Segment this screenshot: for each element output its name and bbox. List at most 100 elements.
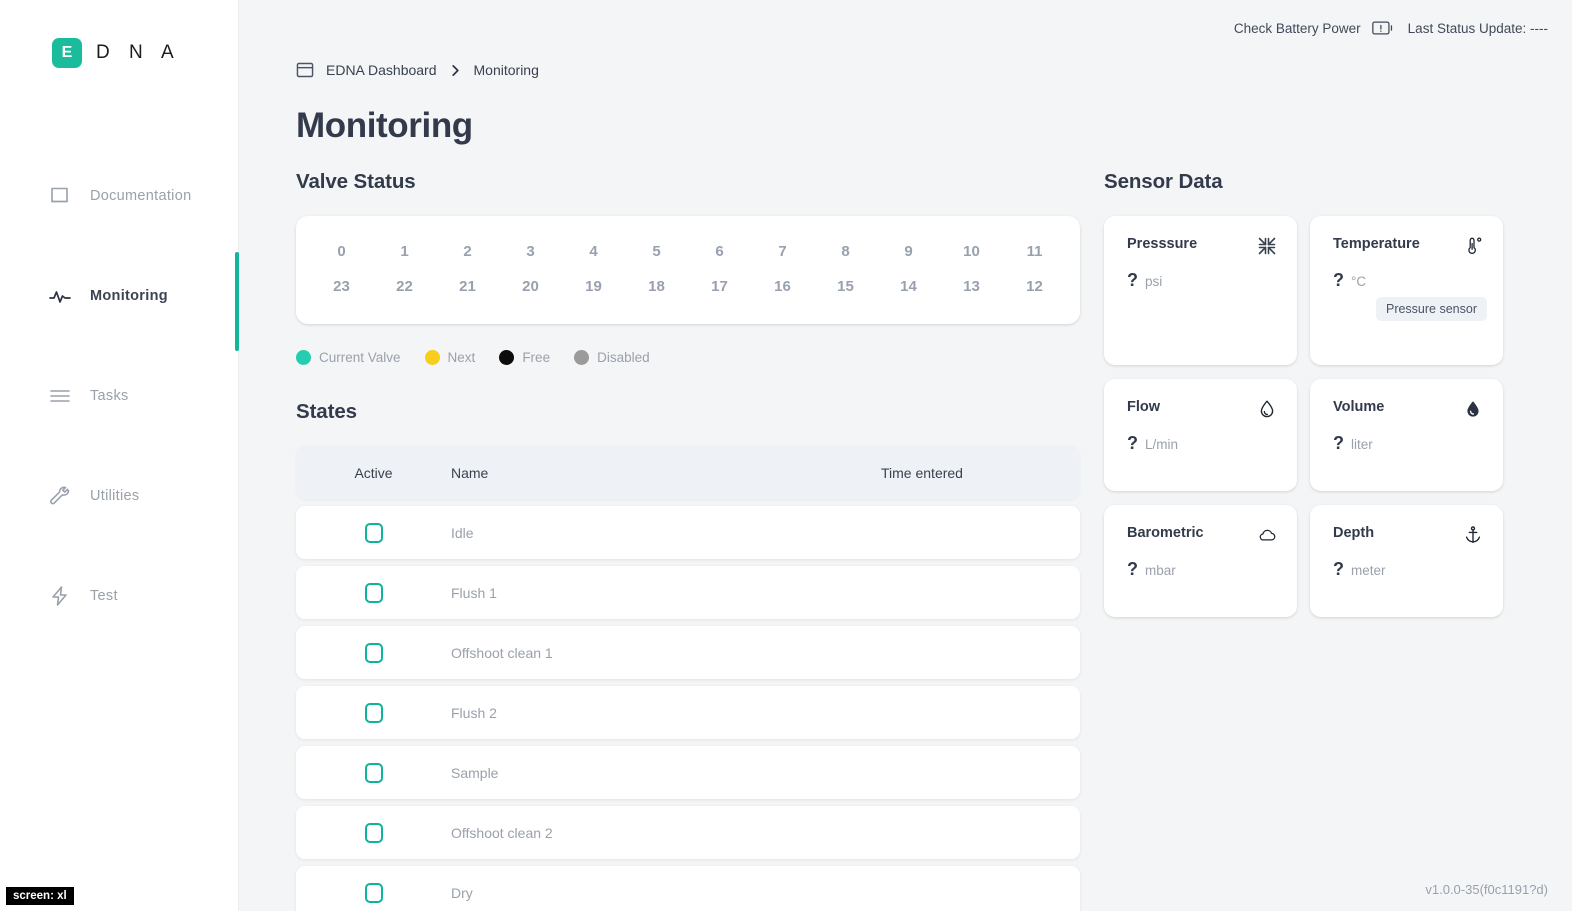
- table-row[interactable]: Sample: [296, 746, 1080, 799]
- sensor-card-volume: Volume ? liter: [1310, 379, 1503, 491]
- chevron-right-icon: [449, 64, 462, 77]
- valve-cell[interactable]: 14: [877, 278, 940, 295]
- active-checkbox[interactable]: [364, 822, 383, 843]
- sidebar-nav: Documentation Monitoring Tasks Utilities…: [0, 146, 238, 646]
- sensor-value-row: ? meter: [1333, 559, 1483, 580]
- legend-label: Next: [447, 350, 476, 365]
- valve-cell[interactable]: 6: [688, 243, 751, 260]
- wrench-icon: [48, 484, 72, 508]
- active-checkbox[interactable]: [364, 882, 383, 903]
- compress-arrows-icon: [1257, 236, 1277, 256]
- list-icon: [48, 384, 72, 408]
- sensor-card-grid: Presssure ? psi Temperature ? °C Pressur…: [1104, 216, 1521, 617]
- valve-cell[interactable]: 9: [877, 243, 940, 260]
- valve-cell[interactable]: 8: [814, 243, 877, 260]
- right-column: Sensor Data Presssure ? psi Temperature …: [1051, 170, 1521, 911]
- brand-logo[interactable]: E D N A: [0, 0, 238, 68]
- valve-row-bottom: 23 22 21 20 19 18 17 16 15 14 13 12: [310, 278, 1066, 295]
- main-content: Check Battery Power Last Status Update: …: [239, 0, 1572, 911]
- valve-cell[interactable]: 22: [373, 278, 436, 295]
- sidebar-item-label: Monitoring: [90, 288, 168, 304]
- water-drop-outline-icon: [1257, 399, 1277, 419]
- sensor-name: Flow: [1127, 399, 1161, 415]
- brand-letters: D N A: [96, 42, 181, 63]
- valve-cell[interactable]: 17: [688, 278, 751, 295]
- sensor-unit: psi: [1145, 274, 1163, 289]
- valve-status-card: 0 1 2 3 4 5 6 7 8 9 10 11 23 22 21 20 19…: [296, 216, 1080, 324]
- valve-cell[interactable]: 4: [562, 243, 625, 260]
- window-icon: [296, 61, 314, 79]
- valve-cell[interactable]: 15: [814, 278, 877, 295]
- sidebar-item-label: Test: [90, 588, 118, 604]
- valve-cell[interactable]: 7: [751, 243, 814, 260]
- sensor-name: Presssure: [1127, 236, 1198, 252]
- row-name-cell: Sample: [451, 764, 499, 781]
- sidebar-item-tasks[interactable]: Tasks: [0, 346, 238, 446]
- valve-cell[interactable]: 20: [499, 278, 562, 295]
- table-row[interactable]: Offshoot clean 1: [296, 626, 1080, 679]
- breadcrumb: EDNA Dashboard Monitoring: [239, 56, 1572, 84]
- valve-cell[interactable]: 10: [940, 243, 1003, 260]
- legend-label: Current Valve: [319, 350, 401, 365]
- sensor-value-row: ? mbar: [1127, 559, 1277, 580]
- valve-cell[interactable]: 5: [625, 243, 688, 260]
- status-badge: Pressure sensor: [1375, 297, 1487, 321]
- page-title: Monitoring: [296, 106, 473, 145]
- sensor-value-row: ? liter: [1333, 433, 1483, 454]
- sidebar-item-label: Tasks: [90, 388, 129, 404]
- battery-status[interactable]: Check Battery Power: [1234, 20, 1394, 36]
- valve-cell[interactable]: 13: [940, 278, 1003, 295]
- valve-cell[interactable]: 21: [436, 278, 499, 295]
- row-active-cell: [296, 882, 451, 903]
- last-status-update-value: ----: [1530, 20, 1548, 36]
- sensor-card-header: Temperature: [1333, 236, 1483, 256]
- last-status-update-label: Last Status Update:: [1407, 20, 1527, 36]
- breadcrumb-current: Monitoring: [473, 62, 539, 78]
- active-checkbox[interactable]: [364, 522, 383, 543]
- valve-cell[interactable]: 23: [310, 278, 373, 295]
- active-checkbox[interactable]: [364, 762, 383, 783]
- valve-cell[interactable]: 1: [373, 243, 436, 260]
- table-row[interactable]: Flush 1: [296, 566, 1080, 619]
- sensor-card-depth: Depth ? meter: [1310, 505, 1503, 617]
- battery-warning-icon: [1371, 20, 1394, 36]
- sensor-unit: L/min: [1145, 437, 1179, 452]
- legend-dot-icon: [424, 350, 440, 365]
- table-row[interactable]: Idle: [296, 506, 1080, 559]
- thermometer-icon: [1463, 236, 1483, 256]
- sensor-value: ?: [1333, 270, 1344, 290]
- valve-cell[interactable]: 0: [310, 243, 373, 260]
- active-checkbox[interactable]: [364, 702, 383, 723]
- sidebar: E D N A Documentation Monitoring Tasks U…: [0, 0, 239, 911]
- sidebar-item-documentation[interactable]: Documentation: [0, 146, 238, 246]
- legend-item-disabled: Disabled: [574, 350, 650, 365]
- legend-item-current-valve: Current Valve: [296, 350, 401, 365]
- sensor-value: ?: [1333, 433, 1344, 453]
- breadcrumb-root[interactable]: EDNA Dashboard: [326, 62, 437, 78]
- table-row[interactable]: Dry: [296, 866, 1080, 911]
- valve-cell[interactable]: 2: [436, 243, 499, 260]
- sensor-name: Depth: [1333, 525, 1375, 541]
- row-name-cell: Offshoot clean 2: [451, 824, 553, 841]
- valve-cell[interactable]: 16: [751, 278, 814, 295]
- sensor-card-header: Depth: [1333, 525, 1483, 545]
- sidebar-item-utilities[interactable]: Utilities: [0, 446, 238, 546]
- sensor-name: Volume: [1333, 399, 1385, 415]
- status-topbar: Check Battery Power Last Status Update: …: [239, 0, 1572, 56]
- valve-cell[interactable]: 3: [499, 243, 562, 260]
- column-header-active: Active: [354, 464, 393, 481]
- sidebar-item-test[interactable]: Test: [0, 546, 238, 646]
- table-row[interactable]: Flush 2: [296, 686, 1080, 739]
- sensor-card-header: Flow: [1127, 399, 1277, 419]
- sensor-value-row: ? L/min: [1127, 433, 1277, 454]
- valve-cell[interactable]: 18: [625, 278, 688, 295]
- cloud-icon: [1257, 525, 1277, 545]
- sidebar-item-monitoring[interactable]: Monitoring: [0, 246, 238, 346]
- active-checkbox[interactable]: [364, 582, 383, 603]
- sensor-unit: meter: [1351, 563, 1386, 578]
- valve-cell[interactable]: 19: [562, 278, 625, 295]
- legend-item-next: Next: [424, 350, 476, 365]
- sensor-unit: mbar: [1145, 563, 1176, 578]
- active-checkbox[interactable]: [364, 642, 383, 663]
- table-row[interactable]: Offshoot clean 2: [296, 806, 1080, 859]
